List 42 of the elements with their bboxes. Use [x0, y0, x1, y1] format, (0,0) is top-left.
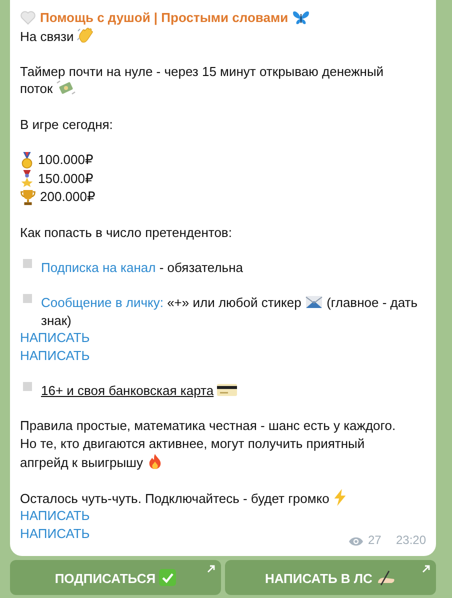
message-text: Таймер почти на нуле - через 15 минут открываю денежный поток — [20, 62, 385, 98]
heart-icon — [20, 10, 36, 26]
square-icon — [23, 382, 32, 392]
message-text: Осталось чуть-чуть. Подключайтесь - будет громко — [20, 488, 426, 508]
butterfly-icon — [292, 10, 310, 26]
money-icon — [56, 80, 76, 96]
message-text: Как попасть в число претендентов: — [20, 224, 233, 242]
square-icon — [23, 259, 32, 268]
square-icon — [23, 294, 32, 304]
prize-amount: 150.000₽ — [38, 170, 94, 188]
message-time: 23:20 — [396, 532, 426, 550]
channel-title[interactable]: Помощь с душой | Простыми словами — [40, 9, 288, 27]
open-link-icon — [422, 565, 430, 573]
list-item-text: Сообщение в личку: «+» или любой стикер (главное - дать знак) — [41, 294, 418, 330]
writing-hand-icon — [376, 569, 396, 586]
list-item-text: Подписка на канал - обязательна — [41, 259, 243, 277]
envelope-icon — [304, 295, 323, 310]
lightning-icon — [332, 488, 347, 506]
eye-icon — [348, 536, 364, 547]
message-text: В игре сегодня: — [20, 116, 114, 134]
check-mark-icon — [159, 569, 176, 586]
write-link[interactable]: НАПИСАТЬ — [20, 347, 90, 365]
trophy-icon — [20, 188, 36, 206]
open-link-icon — [207, 565, 215, 573]
credit-card-icon — [217, 383, 238, 398]
write-link[interactable]: НАПИСАТЬ — [20, 329, 90, 347]
write-link[interactable]: НАПИСАТЬ — [20, 524, 90, 543]
prize-amount: 100.000₽ — [38, 151, 94, 169]
view-count: 27 — [368, 532, 382, 550]
message-text: На связи — [20, 26, 426, 46]
inline-button[interactable]: ПОДПИСАТЬСЯ — [10, 560, 221, 595]
medal-icon — [20, 152, 34, 168]
message-text: Правила простые, математика честная - шанс есть у каждого. Но те, кто двигаются активнее, могут получить приятный апгрейд к выигрышу — [20, 417, 397, 472]
channel-link[interactable]: Подписка на канал — [41, 260, 156, 276]
medal-icon — [20, 170, 34, 187]
prize-amount: 200.000₽ — [40, 188, 96, 206]
write-link[interactable]: НАПИСАТЬ — [20, 507, 90, 525]
channel-link[interactable]: Сообщение в личку: — [41, 295, 164, 310]
waving-hand-icon — [77, 26, 96, 44]
inline-button[interactable]: НАПИСАТЬ В ЛС — [225, 560, 436, 595]
requirement-link[interactable]: 16+ и своя банковская карта — [41, 383, 214, 398]
fire-icon — [146, 452, 163, 470]
